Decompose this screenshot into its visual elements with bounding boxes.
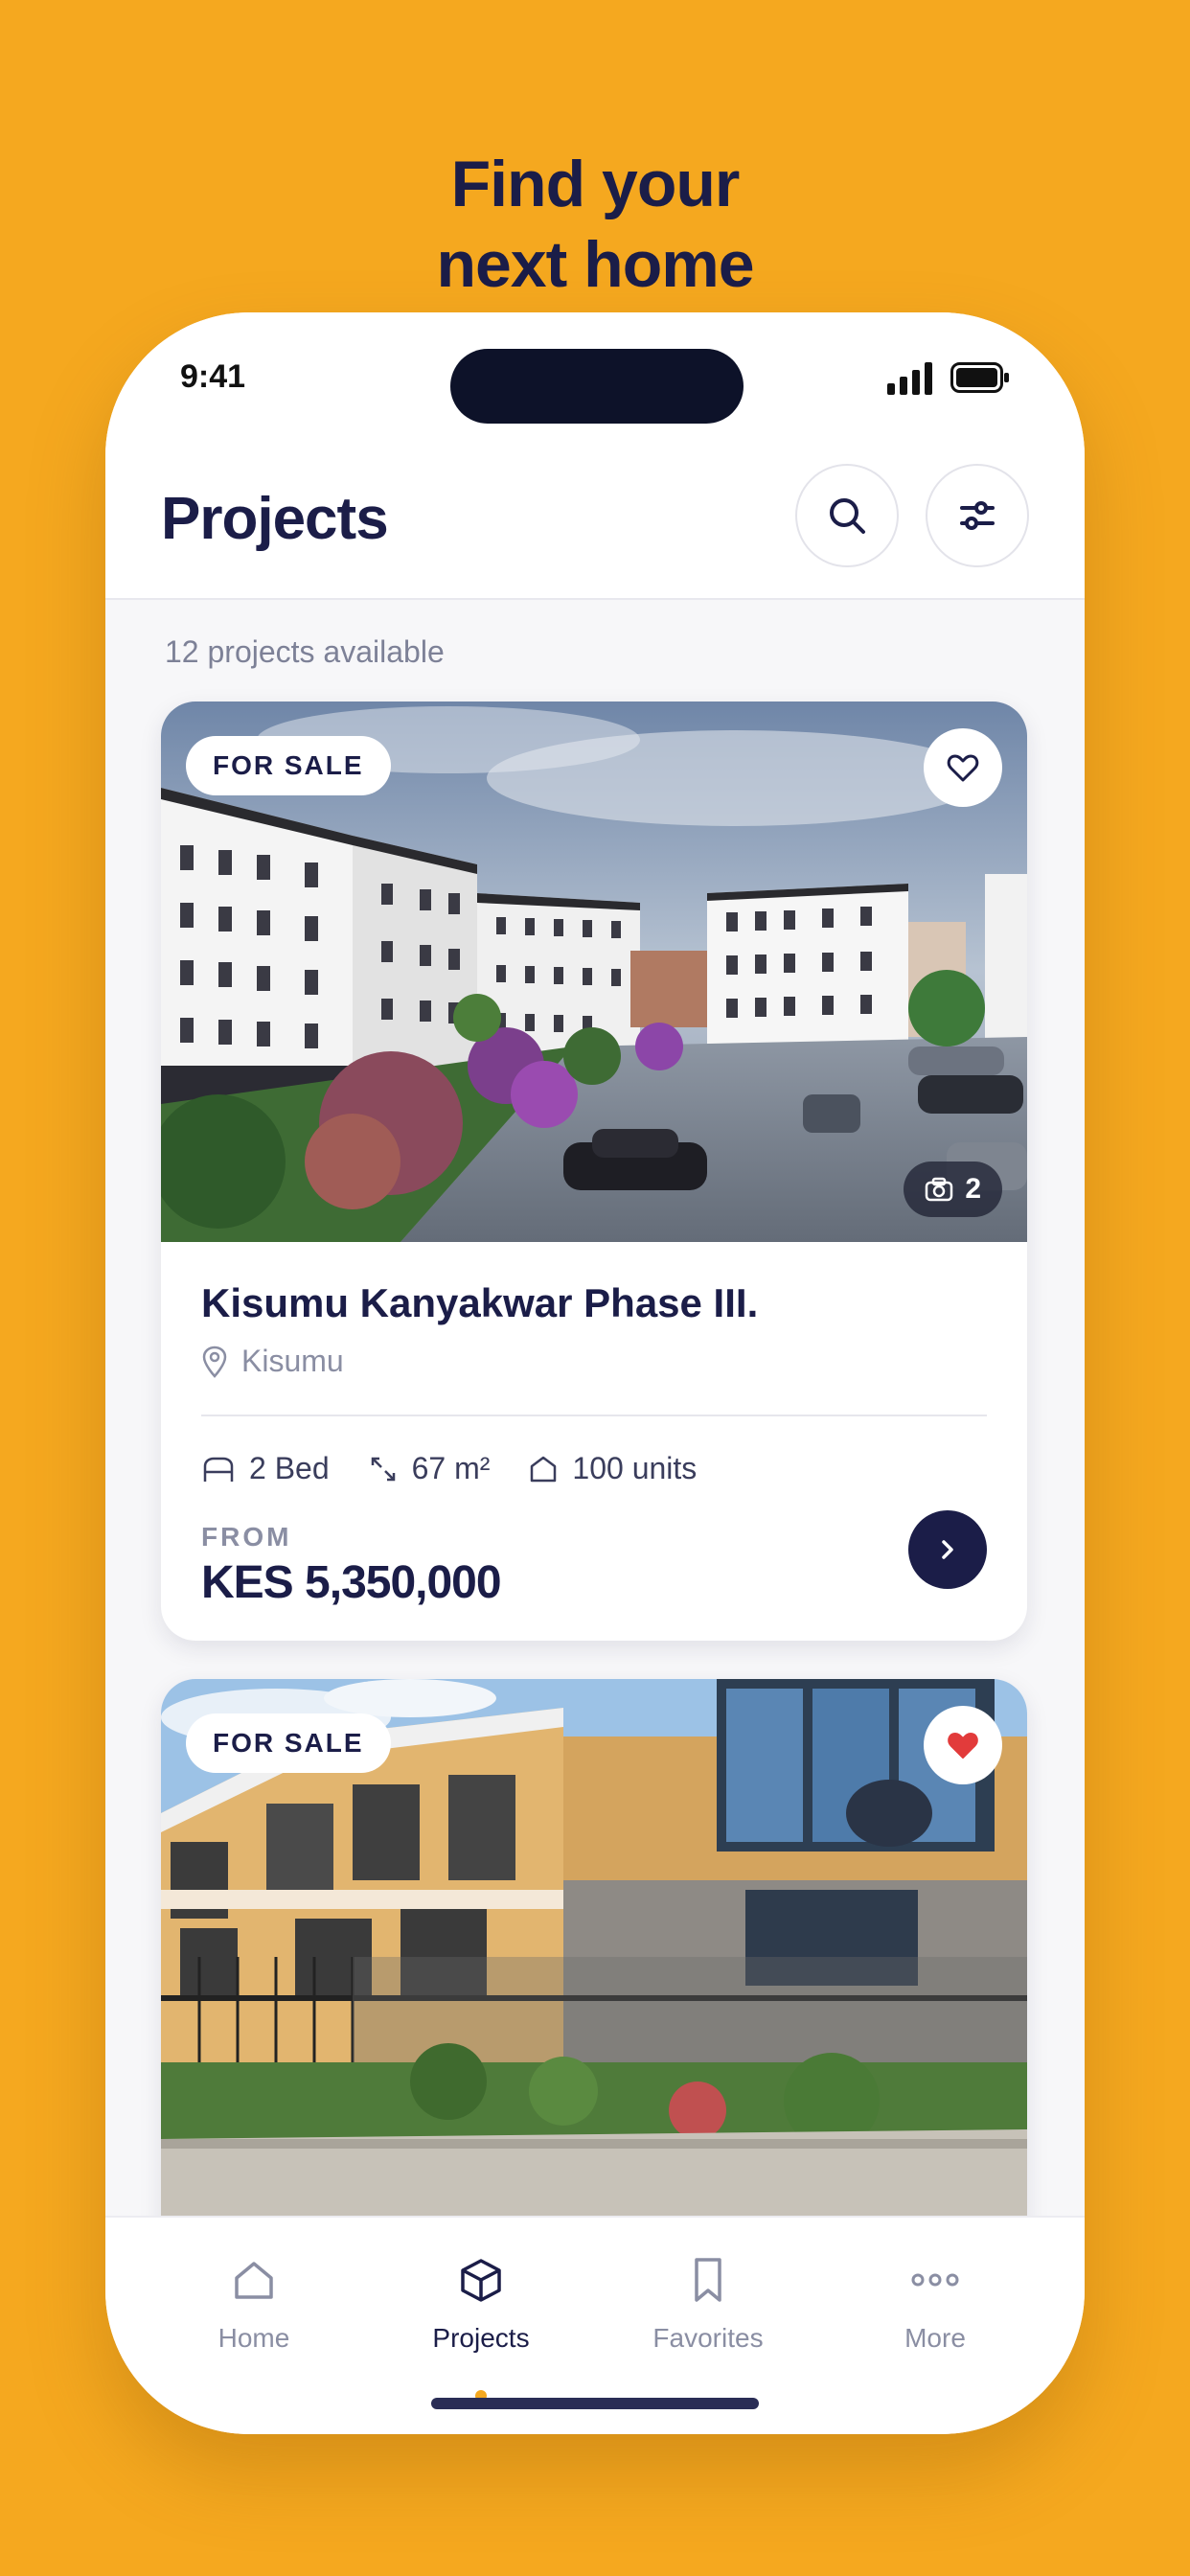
tab-favorites-label: Favorites	[652, 2323, 764, 2353]
tab-more[interactable]: More	[830, 2246, 1041, 2354]
more-dots-icon	[911, 2273, 959, 2287]
promo-headline: Find your next home	[0, 144, 1190, 305]
bed-icon	[203, 1457, 234, 1482]
units-text: 100 units	[572, 1451, 698, 1485]
project-photo[interactable]: FOR SALE	[161, 1679, 1027, 2220]
status-time: 9:41	[180, 358, 246, 395]
view-project-button[interactable]	[908, 1510, 987, 1589]
photo-count-badge: 2	[904, 1162, 1002, 1217]
tab-home[interactable]: Home	[149, 2246, 359, 2354]
phone-frame: 9:41 Projects 12 projects available FOR …	[105, 312, 1085, 2434]
expand-arrows-icon	[371, 1457, 395, 1481]
spec-beds: 2 Bed	[201, 1451, 330, 1486]
project-specs: 2 Bed 67 m² 100 units	[201, 1451, 697, 1486]
project-title[interactable]: Kisumu Kanyakwar Phase III.	[201, 1280, 758, 1326]
page-title: Projects	[161, 486, 389, 552]
project-price: KES 5,350,000	[201, 1557, 502, 1608]
status-bar: 9:41	[105, 312, 1085, 447]
dynamic-island	[450, 349, 744, 424]
battery-icon	[950, 362, 1009, 393]
cube-icon	[461, 2259, 501, 2302]
search-button[interactable]	[795, 464, 899, 567]
home-indicator	[431, 2398, 759, 2409]
tab-more-label: More	[904, 2323, 966, 2353]
location-pin-icon	[202, 1346, 227, 1378]
area-text: 67 m²	[411, 1451, 491, 1485]
project-location: Kisumu	[201, 1344, 344, 1379]
heart-filled-icon	[948, 1733, 978, 1759]
app-header: Projects	[105, 447, 1085, 600]
house-outline-icon	[531, 1456, 557, 1482]
home-icon	[235, 2262, 273, 2299]
spec-units: 100 units	[528, 1451, 697, 1486]
for-sale-badge: FOR SALE	[186, 736, 391, 795]
sliders-icon	[960, 501, 995, 530]
promo-headline-line2: next home	[436, 228, 754, 301]
chevron-right-icon	[942, 1540, 953, 1559]
signal-icon	[887, 362, 932, 395]
promo-headline-line1: Find your	[450, 148, 741, 220]
tab-favorites[interactable]: Favorites	[603, 2246, 813, 2354]
tab-projects-label: Projects	[432, 2323, 530, 2353]
projects-count: 12 projects available	[165, 634, 445, 669]
favorite-button[interactable]	[924, 1706, 1002, 1784]
card-divider	[201, 1414, 987, 1416]
search-icon	[830, 498, 865, 534]
beds-text: 2 Bed	[249, 1451, 330, 1485]
spec-area: 67 m²	[368, 1451, 491, 1486]
project-card[interactable]: FOR SALE 2 Kisumu Kanyakwar Phase III. K…	[161, 702, 1027, 1641]
photo-count: 2	[965, 1173, 981, 1205]
price-label: FROM	[201, 1522, 292, 1552]
camera-icon	[926, 1177, 953, 1202]
favorite-button[interactable]	[924, 728, 1002, 807]
filter-button[interactable]	[926, 464, 1029, 567]
bookmark-icon	[695, 2258, 721, 2302]
heart-outline-icon	[947, 754, 979, 782]
tab-projects[interactable]: Projects	[376, 2246, 586, 2402]
tab-home-label: Home	[217, 2323, 290, 2353]
project-photo[interactable]: FOR SALE 2	[161, 702, 1027, 1242]
for-sale-badge: FOR SALE	[186, 1714, 391, 1773]
location-text: Kisumu	[241, 1344, 344, 1378]
